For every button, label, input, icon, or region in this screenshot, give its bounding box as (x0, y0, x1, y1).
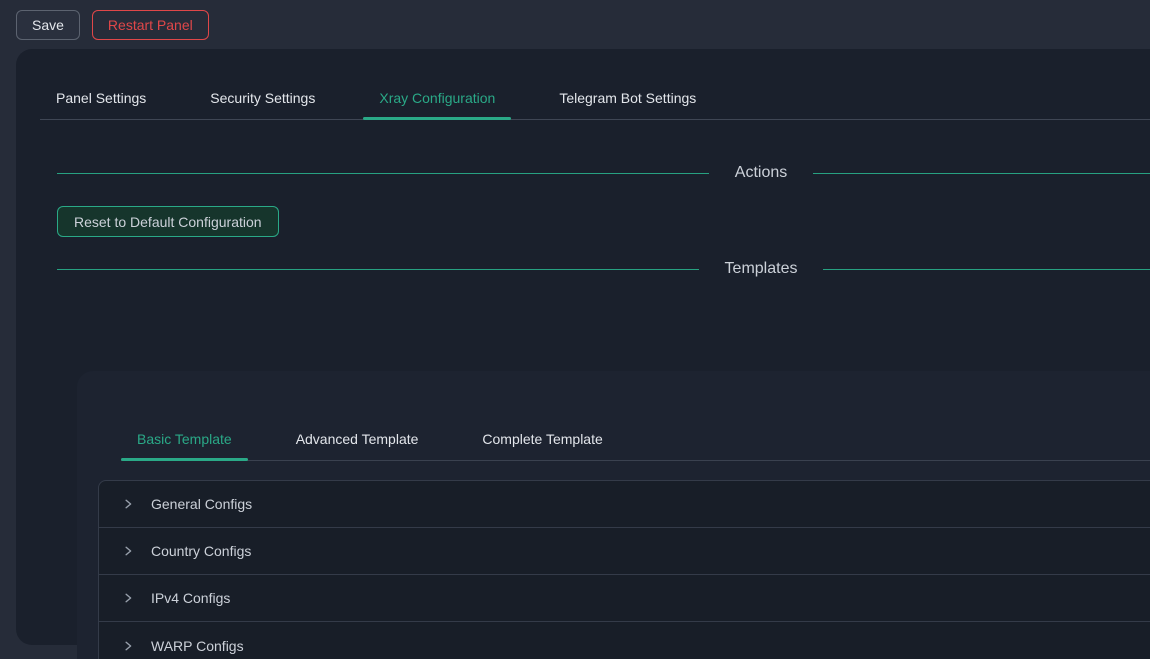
reset-to-default-button[interactable]: Reset to Default Configuration (57, 206, 279, 237)
collapse-header-warp-configs[interactable]: WARP Configs (99, 622, 1150, 659)
collapse-header-label: General Configs (151, 496, 252, 512)
collapse-header-label: IPv4 Configs (151, 590, 230, 606)
top-header-bar: Save Restart Panel (0, 0, 1150, 49)
divider-line (57, 173, 709, 174)
templates-card: Basic Template Advanced Template Complet… (77, 371, 1150, 659)
actions-divider-label: Actions (735, 164, 787, 182)
chevron-right-icon (122, 592, 134, 604)
tab-advanced-template[interactable]: Advanced Template (280, 418, 435, 460)
divider-line (813, 173, 1150, 174)
restart-panel-button[interactable]: Restart Panel (92, 10, 209, 40)
divider-line (823, 269, 1150, 270)
tab-xray-configuration[interactable]: Xray Configuration (363, 77, 511, 119)
tab-complete-template[interactable]: Complete Template (466, 418, 618, 460)
settings-tab-bar: Panel Settings Security Settings Xray Co… (40, 77, 1150, 120)
config-collapse-list: General Configs Country Configs IPv4 Con… (98, 480, 1150, 659)
collapse-header-general-configs[interactable]: General Configs (99, 481, 1150, 528)
template-tab-bar: Basic Template Advanced Template Complet… (121, 418, 1150, 461)
collapse-header-label: Country Configs (151, 543, 251, 559)
tab-telegram-bot-settings[interactable]: Telegram Bot Settings (543, 77, 712, 119)
tab-basic-template[interactable]: Basic Template (121, 418, 248, 460)
collapse-header-label: WARP Configs (151, 638, 244, 654)
actions-divider: Actions (57, 161, 1150, 185)
chevron-right-icon (122, 498, 134, 510)
save-button[interactable]: Save (16, 10, 80, 40)
chevron-right-icon (122, 640, 134, 652)
collapse-header-ipv4-configs[interactable]: IPv4 Configs (99, 575, 1150, 622)
chevron-right-icon (122, 545, 134, 557)
tab-panel-settings[interactable]: Panel Settings (40, 77, 162, 119)
templates-divider: Templates (57, 257, 1150, 281)
divider-line (57, 269, 699, 270)
tab-security-settings[interactable]: Security Settings (194, 77, 331, 119)
settings-card: Panel Settings Security Settings Xray Co… (16, 49, 1150, 645)
templates-divider-label: Templates (725, 260, 798, 278)
collapse-header-country-configs[interactable]: Country Configs (99, 528, 1150, 575)
